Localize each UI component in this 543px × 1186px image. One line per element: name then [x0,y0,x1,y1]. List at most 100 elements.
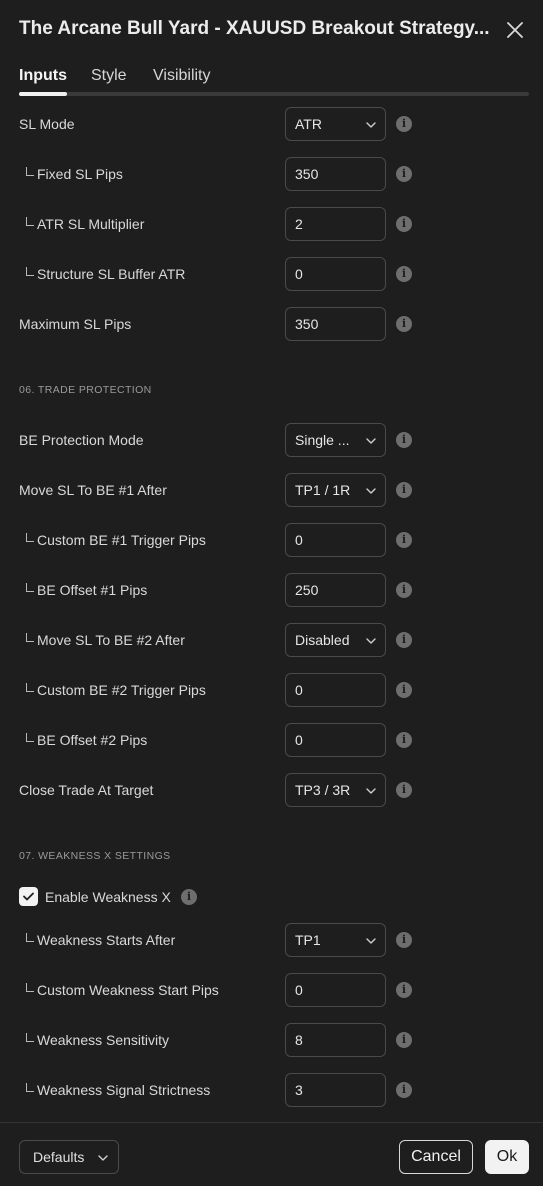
info-icon[interactable]: i [396,632,412,648]
sl-mode-label: SL Mode [19,116,75,132]
row-be-protection-mode: BE Protection Mode Single ... i [0,423,543,457]
move-sl-be1-after-select[interactable]: TP1 / 1R [285,473,386,507]
defaults-dropdown[interactable]: Defaults [19,1140,119,1174]
weakness-starts-after-label: Weakness Starts After [37,932,176,948]
chevron-down-icon [98,1155,108,1161]
chevron-down-icon [366,638,376,644]
enable-weakness-x-label[interactable]: Enable Weakness X [45,889,171,905]
structure-sl-buffer-atr-input[interactable]: 0 [285,257,386,291]
chevron-down-icon [366,788,376,794]
weakness-sensitivity-input[interactable]: 8 [285,1023,386,1057]
be-protection-mode-label: BE Protection Mode [19,432,144,448]
row-custom-be2-trigger-pips: Custom BE #2 Trigger Pips 0 i [0,673,543,707]
tab-active-indicator [19,92,67,96]
chevron-down-icon [366,938,376,944]
move-sl-be1-after-value: TP1 / 1R [295,482,351,498]
row-be-offset2-pips: BE Offset #2 Pips 0 i [0,723,543,757]
fixed-sl-pips-input[interactable]: 350 [285,157,386,191]
move-sl-be2-after-value: Disabled [295,632,350,648]
row-atr-sl-multiplier: ATR SL Multiplier 2 i [0,207,543,241]
enable-weakness-x-checkbox[interactable] [19,887,38,906]
close-trade-at-target-value: TP3 / 3R [295,782,351,798]
row-sl-mode: SL Mode ATR i [0,107,543,141]
row-maximum-sl-pips: Maximum SL Pips 350 i [0,307,543,341]
close-trade-at-target-select[interactable]: TP3 / 3R [285,773,386,807]
custom-weakness-start-pips-label: Custom Weakness Start Pips [37,982,219,998]
chevron-down-icon [366,488,376,494]
chevron-down-icon [366,122,376,128]
dialog-header: The Arcane Bull Yard - XAUUSD Breakout S… [0,0,543,60]
info-icon[interactable]: i [396,582,412,598]
weakness-starts-after-value: TP1 [295,932,321,948]
weakness-sensitivity-label: Weakness Sensitivity [37,1032,170,1048]
info-icon[interactable]: i [396,682,412,698]
be-offset1-pips-input[interactable]: 250 [285,573,386,607]
section-heading-trade-protection: 06. TRADE PROTECTION [19,384,152,396]
cancel-button[interactable]: Cancel [399,1140,473,1174]
row-custom-be1-trigger-pips: Custom BE #1 Trigger Pips 0 i [0,523,543,557]
row-weakness-sensitivity: Weakness Sensitivity 8 i [0,1023,543,1057]
row-fixed-sl-pips: Fixed SL Pips 350 i [0,157,543,191]
custom-be1-trigger-pips-label: Custom BE #1 Trigger Pips [37,532,206,548]
be-offset1-pips-label: BE Offset #1 Pips [37,582,148,598]
dialog-title: The Arcane Bull Yard - XAUUSD Breakout S… [19,18,490,39]
tab-inputs[interactable]: Inputs [19,67,67,85]
info-icon[interactable]: i [396,116,412,132]
info-icon[interactable]: i [396,1082,412,1098]
close-trade-at-target-label: Close Trade At Target [19,782,154,798]
close-icon[interactable] [503,18,527,42]
tab-style[interactable]: Style [91,67,127,85]
ok-button[interactable]: Ok [485,1140,529,1174]
row-move-sl-be2-after: Move SL To BE #2 After Disabled i [0,623,543,657]
sl-mode-value: ATR [295,116,322,132]
tab-track [19,92,529,96]
maximum-sl-pips-input[interactable]: 350 [285,307,386,341]
row-structure-sl-buffer-atr: Structure SL Buffer ATR 0 i [0,257,543,291]
info-icon[interactable]: i [396,482,412,498]
weakness-signal-strictness-input[interactable]: 3 [285,1073,386,1107]
info-icon[interactable]: i [396,432,412,448]
info-icon[interactable]: i [396,316,412,332]
move-sl-be2-after-label: Move SL To BE #2 After [37,632,185,648]
info-icon[interactable]: i [181,889,197,905]
fixed-sl-pips-label: Fixed SL Pips [37,166,123,182]
be-offset2-pips-label: BE Offset #2 Pips [37,732,148,748]
custom-weakness-start-pips-input[interactable]: 0 [285,973,386,1007]
section-heading-weakness-x: 07. WEAKNESS X SETTINGS [19,850,171,862]
be-offset2-pips-input[interactable]: 0 [285,723,386,757]
maximum-sl-pips-label: Maximum SL Pips [19,316,132,332]
custom-be2-trigger-pips-input[interactable]: 0 [285,673,386,707]
sl-mode-select[interactable]: ATR [285,107,386,141]
atr-sl-multiplier-input[interactable]: 2 [285,207,386,241]
atr-sl-multiplier-label: ATR SL Multiplier [37,216,145,232]
row-move-sl-be1-after: Move SL To BE #1 After TP1 / 1R i [0,473,543,507]
move-sl-be2-after-select[interactable]: Disabled [285,623,386,657]
row-weakness-signal-strictness: Weakness Signal Strictness 3 i [0,1073,543,1107]
move-sl-be1-after-label: Move SL To BE #1 After [19,482,167,498]
info-icon[interactable]: i [396,1032,412,1048]
row-close-trade-at-target: Close Trade At Target TP3 / 3R i [0,773,543,807]
info-icon[interactable]: i [396,532,412,548]
weakness-starts-after-select[interactable]: TP1 [285,923,386,957]
dialog-footer: Defaults Cancel Ok [0,1122,543,1186]
be-protection-mode-select[interactable]: Single ... [285,423,386,457]
info-icon[interactable]: i [396,266,412,282]
be-protection-mode-value: Single ... [295,432,350,448]
structure-sl-buffer-atr-label: Structure SL Buffer ATR [37,266,186,282]
custom-be1-trigger-pips-input[interactable]: 0 [285,523,386,557]
check-icon [23,892,34,901]
row-custom-weakness-start-pips: Custom Weakness Start Pips 0 i [0,973,543,1007]
info-icon[interactable]: i [396,782,412,798]
info-icon[interactable]: i [396,166,412,182]
info-icon[interactable]: i [396,932,412,948]
chevron-down-icon [366,438,376,444]
tab-bar: Inputs Style Visibility [19,60,529,96]
row-weakness-starts-after: Weakness Starts After TP1 i [0,923,543,957]
row-be-offset1-pips: BE Offset #1 Pips 250 i [0,573,543,607]
info-icon[interactable]: i [396,216,412,232]
inputs-panel[interactable]: SL Mode ATR i Fixed SL Pips 350 i ATR SL… [0,97,543,1122]
weakness-signal-strictness-label: Weakness Signal Strictness [37,1082,211,1098]
info-icon[interactable]: i [396,982,412,998]
info-icon[interactable]: i [396,732,412,748]
tab-visibility[interactable]: Visibility [153,67,211,85]
